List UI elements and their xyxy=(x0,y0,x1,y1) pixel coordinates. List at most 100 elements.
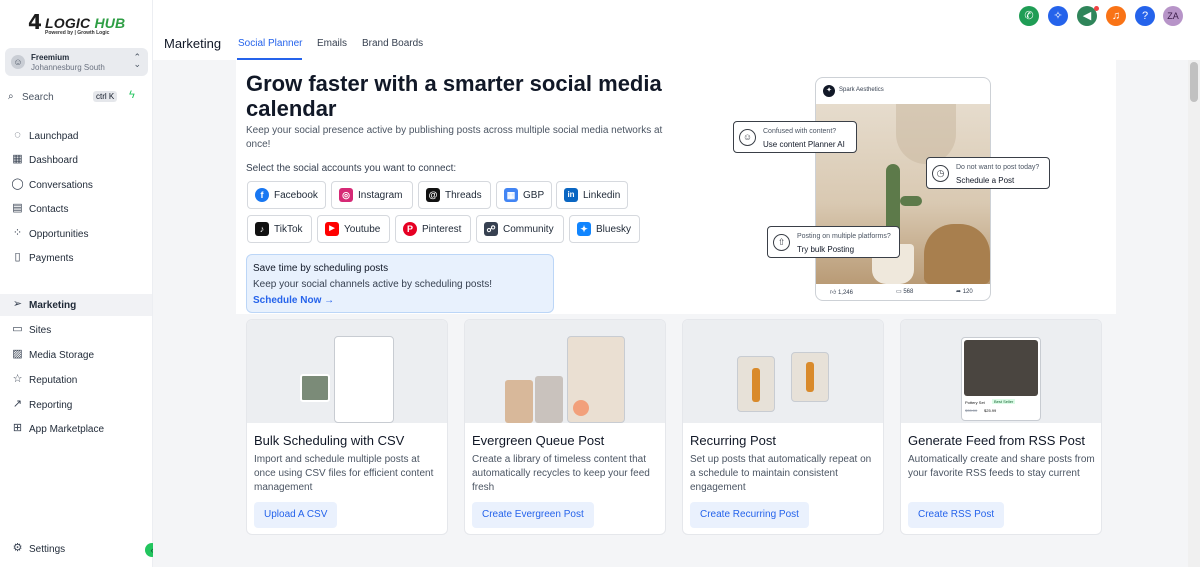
page-title: Marketing xyxy=(164,36,222,51)
create-evergreen-button[interactable]: Create Evergreen Post xyxy=(472,502,594,528)
callout-content-ai[interactable]: ☺ Confused with content? Use content Pla… xyxy=(733,121,857,153)
illustration-phone xyxy=(334,336,394,423)
sidebar-item-reputation[interactable]: ☆ Reputation xyxy=(0,369,152,391)
card-description: Import and schedule multiple posts at on… xyxy=(254,454,434,493)
connect-instagram-button[interactable]: ◎ Instagram xyxy=(331,181,413,209)
sidebar-item-payments[interactable]: ▯ Payments xyxy=(0,247,152,269)
callout-line1: Confused with content? xyxy=(763,128,837,135)
promo-title: Save time by scheduling posts xyxy=(253,263,389,274)
preview-brand: Spark Aesthetics xyxy=(839,87,884,93)
rocket-icon: ◌ xyxy=(14,129,21,141)
illustration-bottle xyxy=(752,368,760,402)
scrollbar-thumb[interactable] xyxy=(1190,62,1198,102)
select-accounts-label: Select the social accounts you want to c… xyxy=(246,163,457,174)
sidebar-item-app-marketplace[interactable]: ⊞ App Marketplace xyxy=(0,418,152,440)
illustration-photo xyxy=(535,376,563,423)
phone-icon[interactable]: ✆ xyxy=(1019,6,1039,26)
star-icon: ☆ xyxy=(12,373,23,385)
connect-pinterest-button[interactable]: P Pinterest xyxy=(395,215,471,243)
chip-label: Instagram xyxy=(358,190,403,201)
pinterest-icon: P xyxy=(403,222,417,236)
sidebar-item-conversations[interactable]: ◯ Conversations xyxy=(0,174,152,196)
likes-count: 👍︎ 1,246 xyxy=(830,290,853,296)
linkedin-icon: in xyxy=(564,188,578,202)
card-illustration xyxy=(465,320,665,423)
connect-bluesky-button[interactable]: ✦ Bluesky xyxy=(569,215,640,243)
card-title: Evergreen Queue Post xyxy=(472,433,605,448)
community-icon: ☍ xyxy=(484,222,498,236)
illustration-photo xyxy=(300,374,330,402)
notification-dot xyxy=(1094,6,1099,11)
sidebar-item-marketing[interactable]: ➢ Marketing xyxy=(0,294,152,316)
connect-youtube-button[interactable]: ▶ Youtube xyxy=(317,215,390,243)
connect-tiktok-button[interactable]: ♪ TikTok xyxy=(247,215,312,243)
magic-icon[interactable]: ✧ xyxy=(1048,6,1068,26)
shares-count: ➦ 120 xyxy=(956,289,973,295)
sidebar-item-label: Settings xyxy=(29,544,66,555)
sidebar: 4 LOGIC HUB Powered by | Growth Logic ☺ … xyxy=(0,0,153,567)
sidebar-item-label: Reporting xyxy=(29,400,73,411)
sidebar-item-dashboard[interactable]: ▦ Dashboard xyxy=(0,149,152,171)
chat-icon: ◯ xyxy=(11,178,24,190)
create-rss-button[interactable]: Create RSS Post xyxy=(908,502,1005,528)
search-bar[interactable]: ⌕ Search ctrl K ϟ xyxy=(5,88,148,106)
sidebar-item-label: Launchpad xyxy=(29,131,79,142)
sidebar-item-media-storage[interactable]: ▨ Media Storage xyxy=(0,344,152,366)
search-label: Search xyxy=(22,92,54,103)
card-title: Generate Feed from RSS Post xyxy=(908,433,1086,448)
avatar[interactable]: ZA xyxy=(1163,6,1183,26)
like-icon: 👍︎ xyxy=(830,290,838,296)
schedule-now-link[interactable]: Schedule Now → xyxy=(253,295,334,306)
illustration-pottery xyxy=(964,340,1038,396)
sidebar-item-settings[interactable]: ⚙ Settings xyxy=(0,538,152,560)
tab-social-planner[interactable]: Social Planner xyxy=(238,38,302,49)
sites-icon: ▭ xyxy=(12,323,23,335)
callout-bulk-posting[interactable]: ⇧ Posting on multiple platforms? Try bul… xyxy=(767,226,900,258)
sidebar-item-label: Reputation xyxy=(29,375,78,386)
create-recurring-button[interactable]: Create Recurring Post xyxy=(690,502,809,528)
clock-icon: ◷ xyxy=(932,165,949,182)
tab-emails[interactable]: Emails xyxy=(317,38,347,49)
help-icon[interactable]: ? xyxy=(1135,6,1155,26)
threads-icon: @ xyxy=(426,188,440,202)
connect-gbp-button[interactable]: ▦ GBP xyxy=(496,181,552,209)
scrollbar[interactable] xyxy=(1188,60,1200,567)
send-icon: ➢ xyxy=(12,298,23,310)
wicker-chair xyxy=(924,224,990,284)
opportunities-icon: ⁘ xyxy=(12,227,23,239)
illustration-product-card: Pottery Set Best Seller $35.00 $25.99 xyxy=(961,337,1041,421)
cactus-arm xyxy=(900,196,922,206)
image-icon: ▨ xyxy=(12,348,23,360)
contacts-icon: ▤ xyxy=(12,202,23,214)
callout-schedule-post[interactable]: ◷ Do not want to post today? Schedule a … xyxy=(926,157,1050,189)
card-bulk-csv: Bulk Scheduling with CSV Import and sche… xyxy=(246,319,448,535)
account-switcher[interactable]: ☺ Freemium Johannesburg South ⌃ ⌄ xyxy=(5,48,148,76)
sidebar-item-label: Conversations xyxy=(29,180,93,191)
sidebar-item-opportunities[interactable]: ⁘ Opportunities xyxy=(0,223,152,245)
callout-line2: Use content Planner AI xyxy=(763,140,845,149)
logo[interactable]: 4 LOGIC HUB Powered by | Growth Logic xyxy=(28,10,128,38)
sidebar-item-contacts[interactable]: ▤ Contacts xyxy=(0,198,152,220)
sidebar-item-launchpad[interactable]: ◌ Launchpad xyxy=(0,125,152,147)
chip-label: Bluesky xyxy=(596,224,632,235)
sidebar-item-reporting[interactable]: ↗ Reporting xyxy=(0,394,152,416)
bluesky-icon: ✦ xyxy=(577,222,591,236)
chip-label: Pinterest xyxy=(422,224,462,235)
top-bar: Marketing Social Planner Emails Brand Bo… xyxy=(153,0,1200,60)
tab-brand-boards[interactable]: Brand Boards xyxy=(362,38,423,49)
connect-facebook-button[interactable]: f Facebook xyxy=(247,181,326,209)
sidebar-item-label: Sites xyxy=(29,325,52,336)
connect-threads-button[interactable]: @ Threads xyxy=(418,181,491,209)
logo-tagline: Powered by | Growth Logic xyxy=(45,30,110,36)
bolt-icon[interactable]: ϟ xyxy=(129,89,135,101)
sidebar-item-sites[interactable]: ▭ Sites xyxy=(0,319,152,341)
upload-csv-button[interactable]: Upload A CSV xyxy=(254,502,338,528)
connect-community-button[interactable]: ☍ Community xyxy=(476,215,564,243)
connect-linkedin-button[interactable]: in Linkedin xyxy=(556,181,628,209)
bell-icon[interactable]: ♫ xyxy=(1106,6,1126,26)
card-illustration xyxy=(247,320,447,423)
gbp-icon: ▦ xyxy=(504,188,518,202)
account-name: Freemium xyxy=(31,53,70,62)
user-icon: ☺ xyxy=(11,55,25,69)
schedule-promo: Save time by scheduling posts Keep your … xyxy=(246,254,554,313)
